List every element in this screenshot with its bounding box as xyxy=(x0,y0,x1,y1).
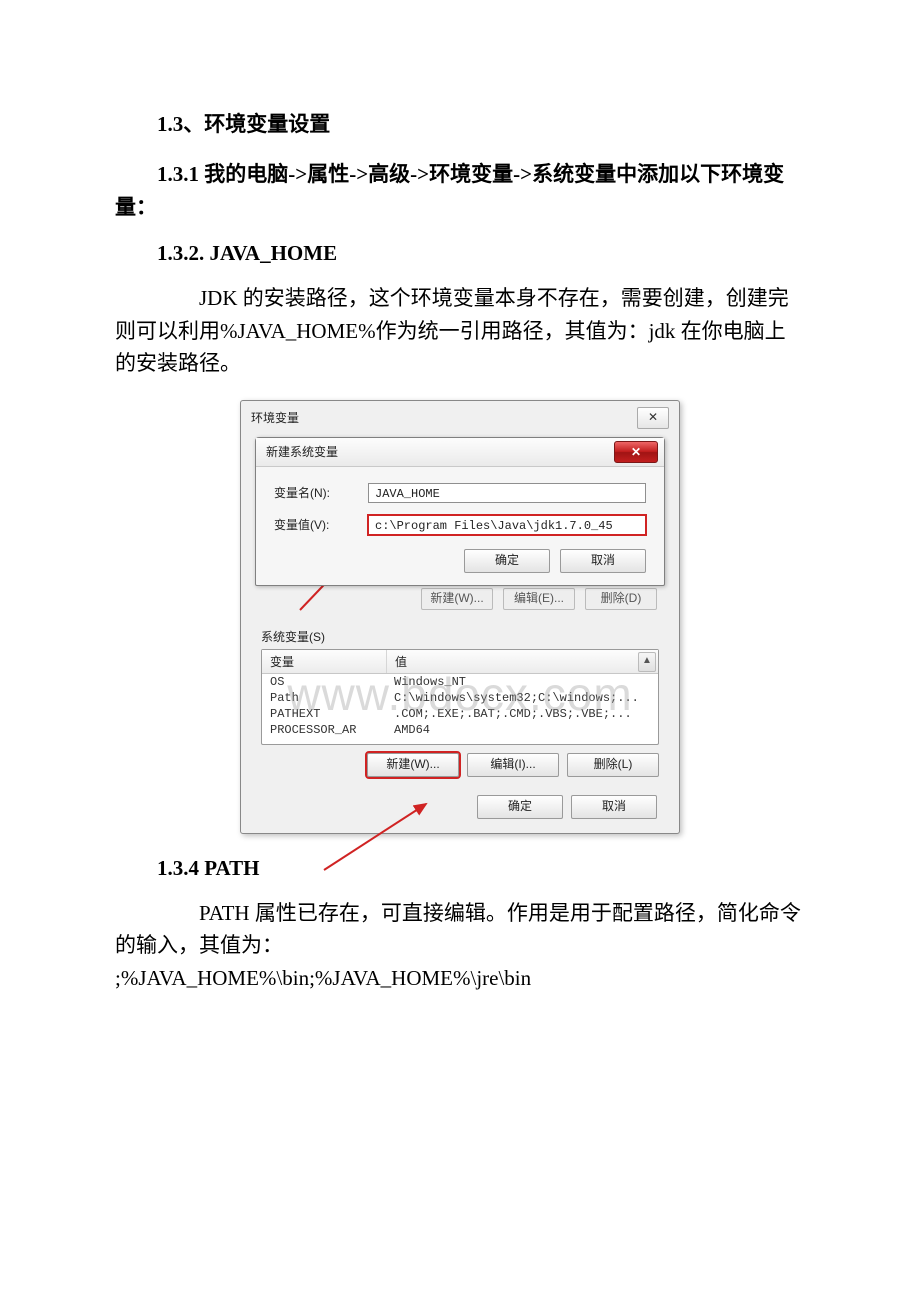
col-header-var: 变量 xyxy=(262,650,387,673)
dialog-title: 新建系统变量 xyxy=(266,438,614,466)
para-text-b: ;%JAVA_HOME%\bin;%JAVA_HOME%\jre\bin xyxy=(115,962,805,995)
cell-var: PROCESSOR_AR xyxy=(262,722,386,738)
paragraph-java-home: JDK 的安装路径，这个环境变量本身不存在，需要创建，创建完则可以利用%JAVA… xyxy=(115,282,805,380)
new-sysvar-dialog: 新建系统变量 ✕ 变量名(N): JAVA_HOME 变量值(V): c:\Pr… xyxy=(255,437,665,586)
cell-val: C:\windows\system32;C:\windows;... xyxy=(386,690,658,706)
close-icon[interactable]: ✕ xyxy=(637,407,669,429)
var-name-label: 变量名(N): xyxy=(274,484,354,501)
system-vars-button-row: 新建(W)... 编辑(I)... 删除(L) xyxy=(261,753,659,777)
new-button[interactable]: 新建(W)... xyxy=(421,588,493,610)
cell-val: Windows_NT xyxy=(386,674,658,690)
edit-button[interactable]: 编辑(E)... xyxy=(503,588,575,610)
window-bottom-button-row: 确定 取消 xyxy=(263,795,657,819)
ok-button[interactable]: 确定 xyxy=(477,795,563,819)
heading-1-3: 1.3、环境变量设置 xyxy=(115,108,805,138)
heading-1-3-2: 1.3.2. JAVA_HOME xyxy=(115,241,805,266)
cancel-button[interactable]: 取消 xyxy=(571,795,657,819)
heading-1-3-4: 1.3.4 PATH xyxy=(115,856,805,881)
list-header: 变量 值 xyxy=(262,650,658,674)
dialog-titlebar: 新建系统变量 ✕ xyxy=(256,438,664,467)
screenshot-env-dialog: 环境变量 ✕ 新建系统变量 ✕ 变量名(N): JAVA_HOME 变量值(V)… xyxy=(240,400,680,834)
edit-button[interactable]: 编辑(I)... xyxy=(467,753,559,777)
heading-1-3-1: 1.3.1 我的电脑->属性->高级->环境变量->系统变量中添加以下环境变量： xyxy=(115,158,805,223)
paragraph-path: PATH 属性已存在，可直接编辑。作用是用于配置路径，简化命令的输入，其值为： … xyxy=(115,897,805,995)
para-text-a: PATH 属性已存在，可直接编辑。作用是用于配置路径，简化命令的输入，其值为： xyxy=(115,901,801,958)
new-button[interactable]: 新建(W)... xyxy=(367,753,459,777)
cell-val: .COM;.EXE;.BAT;.CMD;.VBS;.VBE;... xyxy=(386,706,658,722)
env-window-title: 环境变量 xyxy=(251,409,631,426)
cell-var: OS xyxy=(262,674,386,690)
document-page: 1.3、环境变量设置 1.3.1 我的电脑->属性->高级->环境变量->系统变… xyxy=(0,0,920,1302)
figure-container: 环境变量 ✕ 新建系统变量 ✕ 变量名(N): JAVA_HOME 变量值(V)… xyxy=(115,400,805,834)
ok-button[interactable]: 确定 xyxy=(464,549,550,573)
var-name-row: 变量名(N): JAVA_HOME xyxy=(256,477,664,509)
env-vars-window: 环境变量 ✕ 新建系统变量 ✕ 变量名(N): JAVA_HOME 变量值(V)… xyxy=(240,400,680,834)
system-vars-label: 系统变量(S) xyxy=(261,628,679,645)
cancel-button[interactable]: 取消 xyxy=(560,549,646,573)
delete-button[interactable]: 删除(L) xyxy=(567,753,659,777)
var-value-label: 变量值(V): xyxy=(274,516,354,533)
user-vars-button-row: 新建(W)... 编辑(E)... 删除(D) xyxy=(263,588,657,610)
close-icon[interactable]: ✕ xyxy=(614,441,658,463)
list-item[interactable]: Path C:\windows\system32;C:\windows;... xyxy=(262,690,658,706)
system-vars-list[interactable]: ▲ 变量 值 OS Windows_NT Path C:\windows\sys… xyxy=(261,649,659,745)
cell-var: Path xyxy=(262,690,386,706)
list-item[interactable]: PATHEXT .COM;.EXE;.BAT;.CMD;.VBS;.VBE;..… xyxy=(262,706,658,722)
var-value-input[interactable]: c:\Program Files\Java\jdk1.7.0_45 xyxy=(368,515,646,535)
cell-var: PATHEXT xyxy=(262,706,386,722)
var-value-row: 变量值(V): c:\Program Files\Java\jdk1.7.0_4… xyxy=(256,509,664,541)
list-item[interactable]: OS Windows_NT xyxy=(262,674,658,690)
var-name-input[interactable]: JAVA_HOME xyxy=(368,483,646,503)
env-window-titlebar: 环境变量 ✕ xyxy=(241,401,679,433)
cell-val: AMD64 xyxy=(386,722,658,738)
dialog-button-row: 确定 取消 xyxy=(256,541,664,585)
list-item[interactable]: PROCESSOR_AR AMD64 xyxy=(262,722,658,738)
delete-button[interactable]: 删除(D) xyxy=(585,588,657,610)
col-header-val: 值 xyxy=(387,650,658,673)
scroll-up-icon[interactable]: ▲ xyxy=(638,652,656,672)
